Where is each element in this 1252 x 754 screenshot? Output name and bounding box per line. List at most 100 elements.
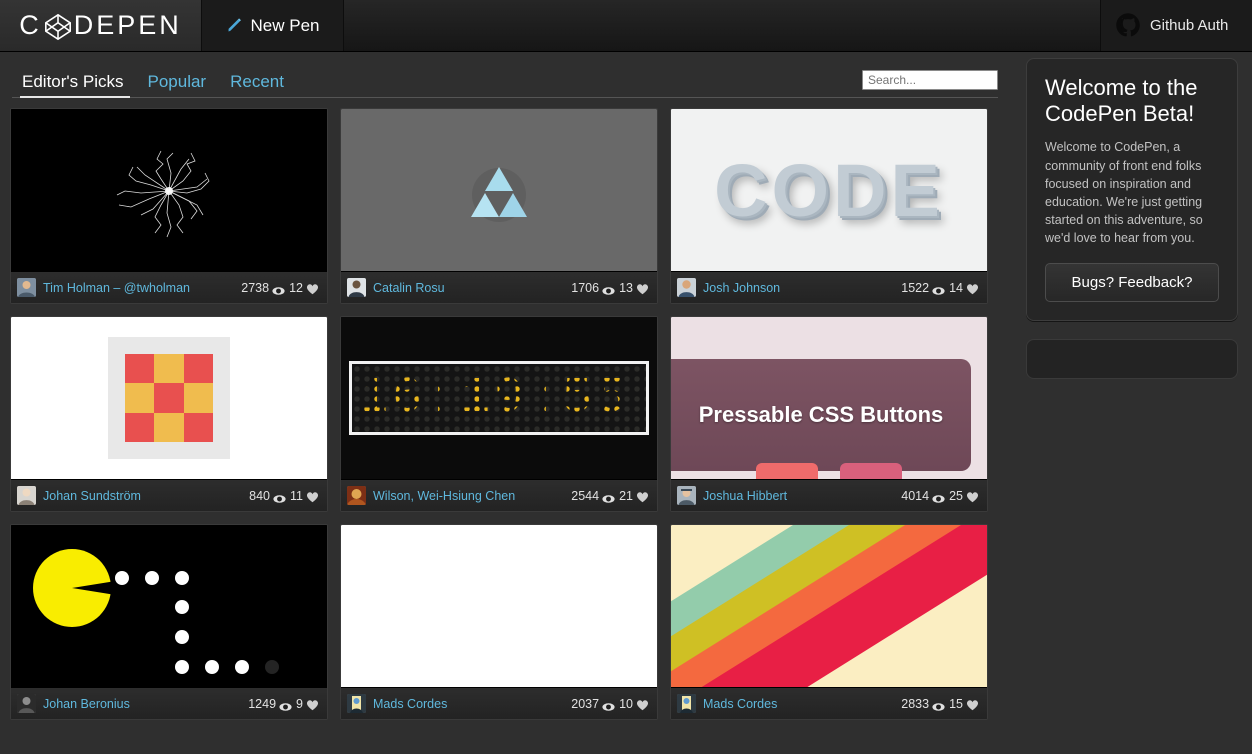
eye-icon <box>602 699 615 711</box>
pen-card[interactable]: 16:19:55 Wilson, Wei-Hsiung Chen 2544 21 <box>340 316 658 512</box>
pen-meta: Mads Cordes 2833 15 <box>671 688 987 719</box>
pen-meta: Johan Sundström 840 11 <box>11 480 327 511</box>
pen-art-blank <box>341 525 657 687</box>
pen-thumbnail[interactable] <box>671 525 987 688</box>
pacman-dot <box>175 630 189 644</box>
tab-popular[interactable]: Popular <box>138 73 221 98</box>
pen-grid: Tim Holman – @twholman 2738 12 Catalin R… <box>0 98 1010 720</box>
love-count-group: 10 <box>619 697 649 711</box>
pen-author[interactable]: Tim Holman – @twholman <box>43 281 190 295</box>
pen-card[interactable]: Catalin Rosu 1706 13 <box>340 108 658 304</box>
heart-icon[interactable] <box>636 282 649 294</box>
pen-thumbnail[interactable] <box>341 109 657 272</box>
pen-loves: 21 <box>619 488 633 503</box>
pen-card[interactable]: Johan Beronius 1249 9 <box>10 524 328 720</box>
pen-art-squares <box>11 317 327 479</box>
pen-art-pacman <box>11 525 327 687</box>
pen-author[interactable]: Mads Cordes <box>703 697 777 711</box>
love-count-group: 11 <box>290 489 319 503</box>
feedback-button[interactable]: Bugs? Feedback? <box>1045 263 1219 303</box>
pressable-button-row <box>671 463 987 479</box>
pen-thumbnail[interactable] <box>11 317 327 480</box>
codepen-logo-icon <box>43 12 73 42</box>
pressable-demo-button <box>840 463 902 479</box>
pacman-dot <box>175 660 189 674</box>
pen-card[interactable]: Johan Sundström 840 11 <box>10 316 328 512</box>
eye-icon <box>932 283 945 295</box>
heart-icon[interactable] <box>306 490 319 502</box>
scribble-art-svg <box>116 150 210 238</box>
tab-editors-picks[interactable]: Editor's Picks <box>12 73 138 98</box>
pen-views: 2738 <box>241 280 270 295</box>
github-auth-button[interactable]: Github Auth <box>1100 0 1252 51</box>
pacman-dot-dim <box>265 660 279 674</box>
pen-card[interactable]: Mads Cordes 2037 10 <box>340 524 658 720</box>
pen-card[interactable]: Mads Cordes 2833 15 <box>670 524 988 720</box>
view-count-group: 2544 <box>571 488 615 503</box>
pen-card[interactable]: Pressable CSS Buttons Joshua Hibbert 401… <box>670 316 988 512</box>
heart-icon[interactable] <box>306 698 319 710</box>
new-pen-button[interactable]: New Pen <box>202 0 344 51</box>
sidebar: Welcome to the CodePen Beta! Welcome to … <box>1010 52 1252 754</box>
pen-views: 1249 <box>248 696 277 711</box>
view-count-group: 2037 <box>571 697 615 711</box>
love-count-group: 21 <box>619 489 649 503</box>
eye-icon <box>273 491 286 503</box>
eye-icon <box>602 491 615 503</box>
pen-stats: 1706 13 <box>571 281 649 295</box>
pen-meta: Mads Cordes 2037 10 <box>341 688 657 719</box>
pen-thumbnail[interactable] <box>11 525 327 688</box>
github-octocat-icon <box>1113 11 1143 41</box>
pen-author[interactable]: Catalin Rosu <box>373 281 445 295</box>
pen-views: 1706 <box>571 280 600 295</box>
avatar <box>17 486 36 505</box>
heart-icon[interactable] <box>966 490 979 502</box>
pen-loves: 11 <box>290 488 303 503</box>
pen-author[interactable]: Wilson, Wei-Hsiung Chen <box>373 489 515 503</box>
heart-icon[interactable] <box>306 282 319 294</box>
heart-icon[interactable] <box>636 698 649 710</box>
square-cell <box>183 412 213 442</box>
tab-recent[interactable]: Recent <box>220 73 298 98</box>
search-container <box>862 70 998 98</box>
pen-thumbnail[interactable] <box>341 525 657 688</box>
codepen-logo[interactable]: C DEPEN <box>0 0 202 51</box>
pen-stats: 2037 10 <box>571 697 649 711</box>
pen-card[interactable]: CODE Josh Johnson 1522 14 <box>670 108 988 304</box>
github-auth-label: Github Auth <box>1150 17 1229 34</box>
logo-text-left: C <box>19 10 42 40</box>
pen-loves: 25 <box>949 488 963 503</box>
pen-author[interactable]: Josh Johnson <box>703 281 780 295</box>
search-input[interactable] <box>862 70 998 90</box>
pen-thumbnail[interactable]: Pressable CSS Buttons <box>671 317 987 480</box>
new-pen-label: New Pen <box>250 15 320 35</box>
pen-meta: Johan Beronius 1249 9 <box>11 688 327 719</box>
pen-loves: 14 <box>949 280 963 295</box>
view-count-group: 840 <box>249 489 286 503</box>
pen-loves: 10 <box>619 696 633 711</box>
welcome-panel: Welcome to the CodePen Beta! Welcome to … <box>1026 58 1238 322</box>
pen-views: 2544 <box>571 488 600 503</box>
pen-author[interactable]: Johan Beronius <box>43 697 130 711</box>
heart-icon[interactable] <box>966 698 979 710</box>
pen-thumbnail[interactable]: 16:19:55 <box>341 317 657 480</box>
pen-art-stripes <box>671 525 987 687</box>
view-count-group: 2738 <box>241 280 285 295</box>
pen-thumbnail[interactable] <box>11 109 327 272</box>
square-cell <box>183 383 213 413</box>
pen-author[interactable]: Johan Sundström <box>43 489 141 503</box>
heart-icon[interactable] <box>636 490 649 502</box>
avatar <box>677 694 696 713</box>
square-cell <box>125 354 155 384</box>
square-cell <box>154 412 184 442</box>
avatar <box>347 278 366 297</box>
view-count-group: 1522 <box>901 281 945 295</box>
pen-author[interactable]: Mads Cordes <box>373 697 447 711</box>
pen-author[interactable]: Joshua Hibbert <box>703 489 787 503</box>
pen-thumbnail[interactable]: CODE <box>671 109 987 272</box>
pressable-header-panel: Pressable CSS Buttons <box>671 359 971 471</box>
heart-icon[interactable] <box>966 282 979 294</box>
pen-card[interactable]: Tim Holman – @twholman 2738 12 <box>10 108 328 304</box>
pacman-dot <box>115 571 129 585</box>
logo-text-right: DEPEN <box>73 10 182 40</box>
